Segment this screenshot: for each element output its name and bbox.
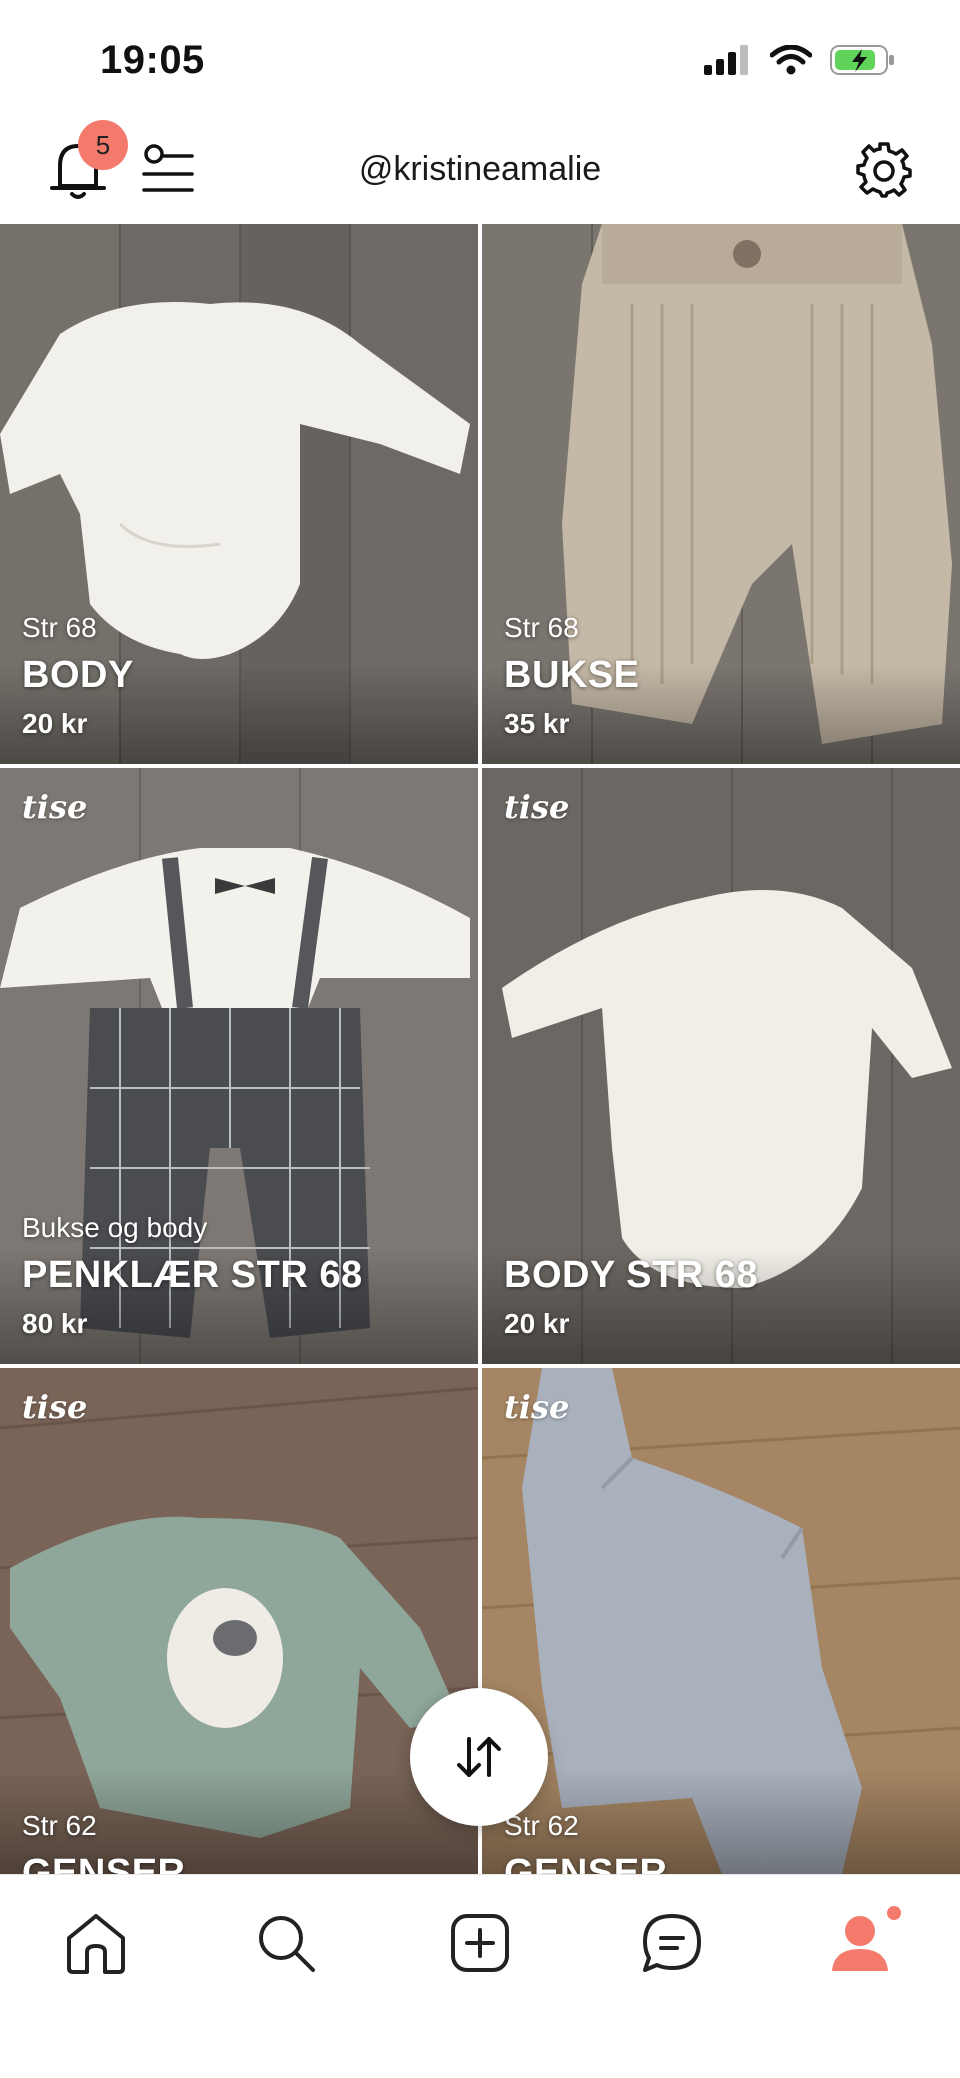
listing-title: GENSER	[504, 1852, 668, 1874]
tise-watermark: tise	[22, 788, 88, 826]
status-time: 19:05	[100, 38, 205, 82]
add-icon	[451, 1914, 509, 1972]
listing-card[interactable]: tise Bukse og body PENKLÆR STR 68 80 kr	[0, 768, 478, 1364]
listing-card[interactable]: Str 68 BODY 20 kr	[0, 224, 478, 764]
messages-icon	[643, 1914, 701, 1972]
listing-price: 80 kr	[22, 1308, 88, 1339]
nav-profile[interactable]	[824, 1903, 904, 1983]
tise-watermark: tise	[504, 1388, 570, 1426]
bottom-nav	[0, 1874, 960, 2078]
listing-price: 35 kr	[504, 708, 570, 739]
listing-title: BODY STR 68	[504, 1254, 758, 1296]
listing-card[interactable]: tise BODY STR 68 20 kr	[482, 768, 960, 1364]
home-icon	[67, 1914, 125, 1974]
status-bar: 19:05	[0, 0, 960, 120]
listing-card[interactable]: Str 68 BUKSE 35 kr	[482, 224, 960, 764]
gear-icon	[856, 142, 912, 198]
listing-title: GENSER	[22, 1852, 186, 1874]
listing-title: BODY	[22, 654, 134, 696]
listing-grid: Str 68 BODY 20 kr Str 68 BUKSE 35 kr tis…	[0, 224, 960, 1874]
battery-icon	[830, 45, 894, 75]
listing-title: PENKLÆR STR 68	[22, 1254, 363, 1296]
listing-price: 20 kr	[504, 1308, 570, 1339]
listing-card[interactable]: tise Str 62 GENSER	[482, 1368, 960, 1874]
wifi-icon	[770, 45, 812, 75]
search-icon	[259, 1916, 315, 1972]
profile-icon	[832, 1906, 901, 1971]
listing-subtitle: Str 68	[504, 612, 579, 643]
sort-arrows-icon	[457, 1737, 501, 1777]
signal-icon	[704, 45, 748, 75]
listing-subtitle: Str 68	[22, 612, 97, 643]
listing-card[interactable]: tise Str 62 GENSER	[0, 1368, 478, 1874]
status-icons	[704, 44, 896, 76]
nav-home[interactable]	[56, 1903, 136, 1983]
sort-button[interactable]	[410, 1688, 548, 1826]
nav-messages[interactable]	[632, 1903, 712, 1983]
profile-username: @kristineamalie	[358, 150, 602, 188]
settings-button[interactable]	[856, 142, 912, 203]
listing-photo	[482, 1368, 960, 1874]
nav-add[interactable]	[440, 1903, 520, 1983]
nav-search[interactable]	[246, 1903, 326, 1983]
tise-watermark: tise	[22, 1388, 88, 1426]
listing-photo	[0, 1368, 478, 1874]
listing-price: 20 kr	[22, 708, 88, 739]
listing-subtitle: Str 62	[22, 1810, 97, 1841]
listing-title: BUKSE	[504, 654, 640, 696]
tise-watermark: tise	[504, 788, 570, 826]
top-header: 5 @kristineamalie	[0, 120, 960, 224]
listing-subtitle: Bukse og body	[22, 1212, 208, 1243]
